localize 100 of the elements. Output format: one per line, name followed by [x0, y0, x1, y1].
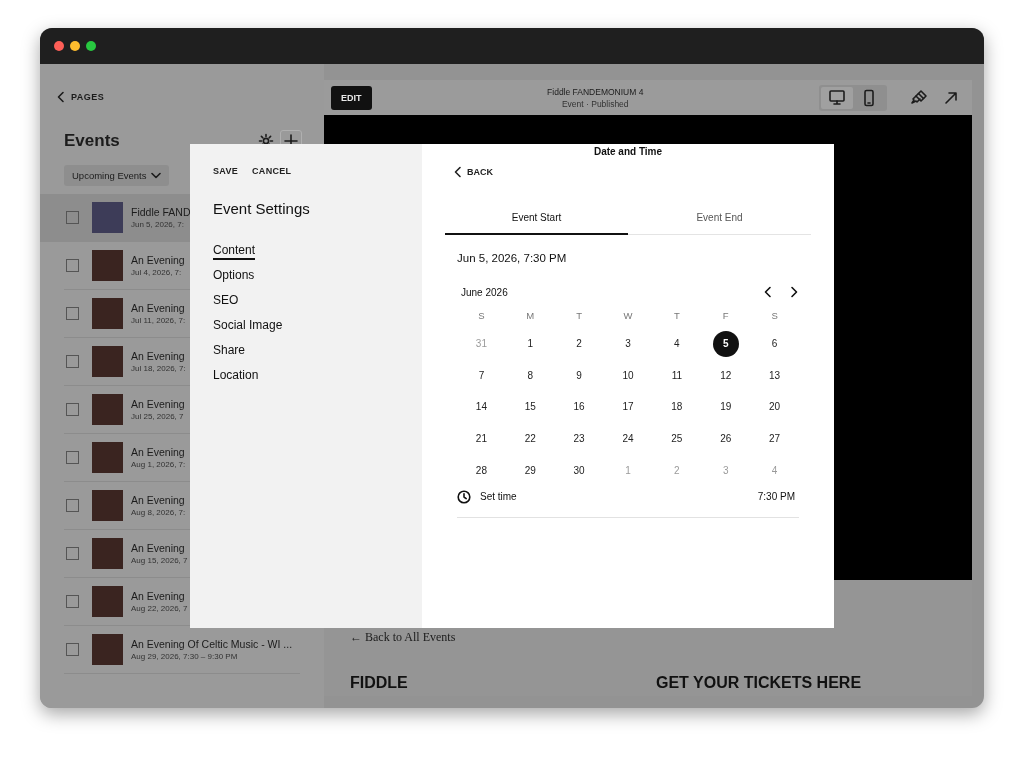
date-time-value: Jun 5, 2026, 7:30 PM — [457, 252, 568, 264]
calendar-day[interactable]: 11 — [663, 362, 690, 389]
calendar-day[interactable]: 19 — [712, 394, 739, 420]
calendar-day[interactable]: 24 — [615, 425, 641, 452]
calendar-day[interactable]: 23 — [566, 425, 593, 452]
calendar-day[interactable]: 9 — [566, 362, 593, 389]
checkbox[interactable] — [66, 211, 79, 224]
photo-placeholder — [92, 394, 123, 425]
checkbox[interactable] — [66, 259, 79, 272]
chevron-left-icon[interactable] — [763, 286, 772, 298]
tab[interactable]: Event Start — [445, 212, 628, 235]
checkbox[interactable] — [66, 403, 79, 416]
event-title: An Evening — [131, 446, 186, 458]
calendar-day[interactable]: 20 — [761, 394, 788, 420]
calendar-day[interactable]: 26 — [712, 425, 739, 452]
checkbox[interactable] — [66, 355, 79, 368]
event-title: An Evening — [131, 590, 186, 602]
chevron-right-icon[interactable] — [790, 286, 799, 298]
close-button[interactable] — [54, 41, 64, 51]
calendar-day[interactable]: 21 — [468, 425, 495, 452]
desktop-icon — [828, 88, 846, 107]
event-date: Aug 29, 2026, 7:30 – 9:30 PM — [131, 652, 239, 661]
calendar-day[interactable]: 14 — [468, 394, 495, 420]
calendar-day[interactable]: 27 — [761, 425, 788, 452]
calendar-day[interactable]: 18 — [663, 394, 690, 420]
back-button[interactable]: BACK — [453, 166, 493, 178]
weekday-label: S — [770, 310, 779, 323]
calendar-day[interactable]: 13 — [761, 362, 788, 389]
settings-nav-item[interactable]: Content — [213, 243, 256, 260]
calendar-day[interactable]: 22 — [517, 425, 544, 452]
calendar-day[interactable]: 6 — [761, 330, 788, 357]
calendar-day[interactable]: 25 — [663, 425, 690, 452]
chevron-left-icon — [453, 166, 462, 178]
back-label: PAGES — [71, 92, 105, 102]
event-date: Jun 5, 2026, 7: — [131, 220, 185, 229]
event-title: An Evening — [131, 254, 185, 266]
photo-placeholder — [92, 298, 123, 329]
minimize-button[interactable] — [70, 41, 80, 51]
settings-nav-item[interactable]: Options — [213, 268, 255, 285]
calendar-day[interactable]: 5 — [712, 330, 739, 357]
photo-placeholder — [92, 538, 123, 569]
calendar-day[interactable]: 15 — [517, 394, 544, 420]
photo-placeholder — [92, 442, 123, 473]
calendar-day[interactable]: 8 — [517, 362, 544, 389]
calendar-day[interactable]: 4 — [663, 330, 690, 357]
back-link[interactable]: PAGES — [56, 91, 105, 103]
event-date: Jul 4, 2026, 7: — [131, 268, 183, 277]
calendar-day[interactable]: 3 — [615, 330, 641, 357]
month-label: June 2026 — [461, 286, 509, 298]
weekday-label: F — [721, 310, 730, 323]
checkbox[interactable] — [66, 307, 79, 320]
calendar-day[interactable]: 1 — [517, 330, 544, 357]
desktop-view-button[interactable] — [821, 86, 853, 109]
event-title: An Evening — [131, 494, 186, 506]
back-label: BACK — [467, 167, 493, 177]
photo-placeholder — [92, 586, 123, 617]
calendar-day[interactable]: 29 — [517, 457, 544, 484]
chevron-left-icon — [56, 91, 65, 103]
checkbox[interactable] — [66, 451, 79, 464]
weekday-label: T — [575, 310, 584, 323]
calendar-day[interactable]: 30 — [566, 457, 593, 484]
photo-placeholder — [92, 202, 123, 233]
calendar-day[interactable]: 17 — [615, 394, 641, 420]
cancel-button[interactable]: CANCEL — [252, 166, 292, 176]
chevron-down-icon — [151, 172, 162, 179]
event-title: An Evening Of Celtic Music - WI ... — [131, 638, 293, 650]
panel-title: Date and Time — [593, 146, 663, 157]
event-date: Aug 22, 2026, 7 — [131, 604, 188, 613]
calendar-day[interactable]: 16 — [566, 394, 593, 420]
event-title: Fiddle FAND — [131, 206, 191, 218]
settings-nav-item[interactable]: Share — [213, 343, 246, 360]
event-date: Jul 25, 2026, 7 — [131, 412, 185, 421]
calendar-day[interactable]: 2 — [566, 330, 593, 357]
tab[interactable]: Event End — [628, 212, 811, 235]
settings-nav-item[interactable]: Social Image — [213, 318, 283, 335]
edit-button[interactable]: EDIT — [331, 85, 372, 110]
event-title: An Evening — [131, 350, 186, 362]
checkbox[interactable] — [66, 643, 79, 656]
settings-nav-item[interactable]: Location — [213, 368, 259, 385]
checkbox[interactable] — [66, 499, 79, 512]
calendar-day[interactable]: 12 — [712, 362, 739, 389]
weekday-label: S — [477, 310, 486, 323]
checkbox[interactable] — [66, 547, 79, 560]
event-date: Aug 15, 2026, 7 — [131, 556, 188, 565]
zoom-button[interactable] — [86, 41, 96, 51]
calendar-day[interactable]: 10 — [615, 362, 641, 389]
photo-placeholder — [92, 490, 123, 521]
filter-dropdown[interactable]: Upcoming Events — [64, 165, 170, 186]
save-button[interactable]: SAVE — [213, 166, 239, 176]
checkbox[interactable] — [66, 595, 79, 608]
event-title: An Evening — [131, 542, 186, 554]
sidebar-title: Events — [64, 131, 121, 151]
event-date: Jul 11, 2026, 7: — [131, 316, 186, 325]
calendar-day[interactable]: 7 — [468, 362, 495, 389]
settings-nav-item[interactable]: SEO — [213, 293, 239, 310]
calendar-day[interactable]: 28 — [468, 457, 495, 484]
weekday-label: T — [672, 310, 681, 323]
event-title: An Evening — [131, 398, 185, 410]
set-time-label[interactable]: Set time — [480, 491, 749, 503]
back-to-events-link[interactable]: ← Back to All Events — [350, 630, 456, 645]
